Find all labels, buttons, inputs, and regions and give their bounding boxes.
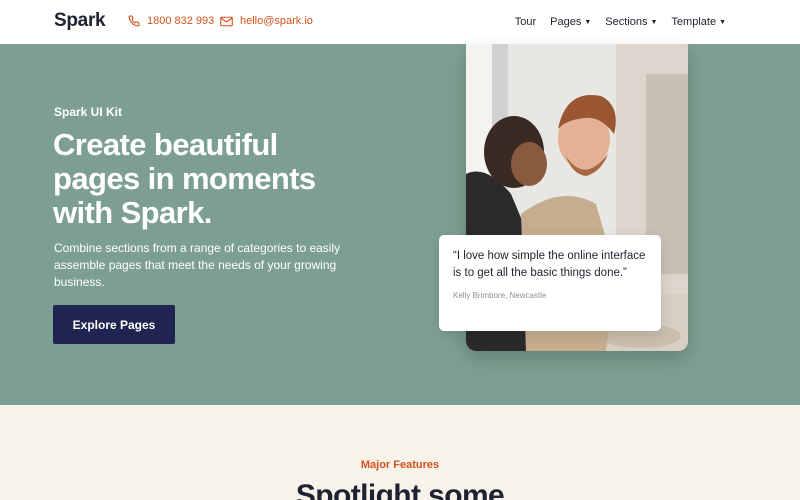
logo[interactable]: Spark xyxy=(54,10,106,32)
nav-item-tour[interactable]: Tour xyxy=(515,16,536,28)
hero-headline: Create beautiful pages in moments with S… xyxy=(53,127,316,230)
site-header: Spark 1800 832 993 hello@spark.io Tour P… xyxy=(0,0,800,44)
features-kicker: Major Features xyxy=(360,459,440,471)
nav-item-label: Template xyxy=(671,16,717,28)
features-section: Major Features Spotlight some xyxy=(0,405,800,500)
nav-item-sections[interactable]: Sections ▼ xyxy=(605,16,657,28)
phone-number: 1800 832 993 xyxy=(147,15,215,27)
nav-item-label: Tour xyxy=(514,16,537,28)
email-link[interactable]: hello@spark.io xyxy=(220,15,313,27)
nav-item-label: Sections xyxy=(605,16,648,28)
hero-description: Combine sections from a range of categor… xyxy=(54,241,341,289)
caret-down-icon: ▼ xyxy=(584,18,592,26)
hero-section: Spark UI Kit Create beautiful pages in m… xyxy=(0,44,800,405)
hero-kicker: Spark UI Kit xyxy=(54,105,123,119)
testimonial-quote: “I love how simple the online interface … xyxy=(453,250,646,279)
testimonial-author: Kelly Brimbore, Newcastle xyxy=(453,291,547,300)
envelope-icon xyxy=(220,16,233,27)
email-address: hello@spark.io xyxy=(240,15,313,27)
main-nav: Tour Pages ▼ Sections ▼ Template ▼ xyxy=(515,16,726,28)
phone-link[interactable]: 1800 832 993 xyxy=(128,15,214,27)
phone-icon xyxy=(128,15,140,27)
nav-item-template[interactable]: Template ▼ xyxy=(671,16,726,28)
explore-pages-button[interactable]: Explore Pages xyxy=(53,305,175,344)
caret-down-icon: ▼ xyxy=(719,18,726,26)
testimonial-card: “I love how simple the online interface … xyxy=(439,235,661,331)
nav-item-pages[interactable]: Pages ▼ xyxy=(550,16,591,28)
caret-down-icon: ▼ xyxy=(650,18,658,26)
nav-item-label: Pages xyxy=(550,16,582,28)
features-title: Spotlight some xyxy=(295,479,505,500)
